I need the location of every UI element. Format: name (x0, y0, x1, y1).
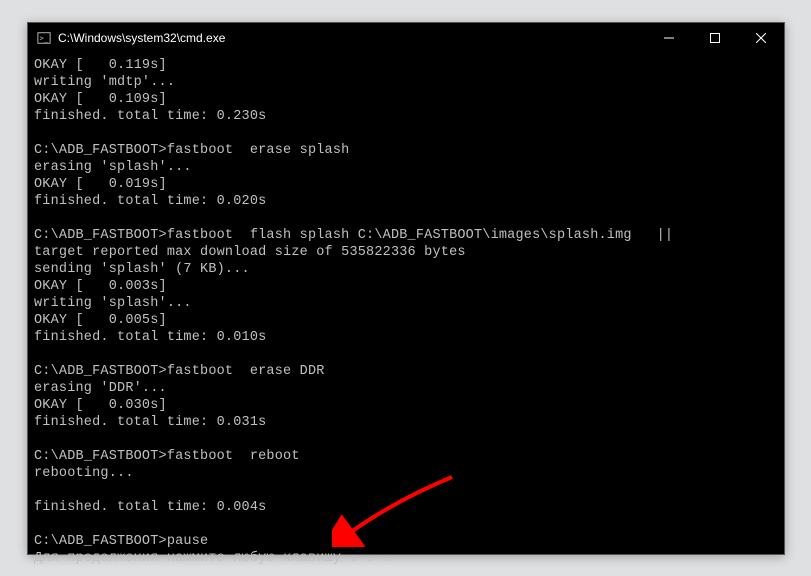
svg-text:>_: >_ (40, 35, 49, 43)
terminal-line: OKAY [ 0.003s] (34, 278, 778, 295)
terminal-line: writing 'mdtp'... (34, 74, 778, 91)
cmd-window: >_ C:\Windows\system32\cmd.exe OKAY [ 0.… (27, 22, 785, 555)
titlebar[interactable]: >_ C:\Windows\system32\cmd.exe (28, 23, 784, 53)
terminal-line: writing 'splash'... (34, 295, 778, 312)
terminal-line: C:\ADB_FASTBOOT>pause (34, 533, 778, 550)
terminal-line (34, 431, 778, 448)
terminal-line: OKAY [ 0.005s] (34, 312, 778, 329)
terminal-line: erasing 'splash'... (34, 159, 778, 176)
terminal-line: OKAY [ 0.030s] (34, 397, 778, 414)
terminal-line: finished. total time: 0.010s (34, 329, 778, 346)
terminal-line: finished. total time: 0.020s (34, 193, 778, 210)
terminal-line: C:\ADB_FASTBOOT>fastboot flash splash C:… (34, 227, 778, 244)
terminal-line: finished. total time: 0.230s (34, 108, 778, 125)
terminal-line: target reported max download size of 535… (34, 244, 778, 261)
terminal-line: finished. total time: 0.004s (34, 499, 778, 516)
terminal-line (34, 125, 778, 142)
terminal-line: C:\ADB_FASTBOOT>fastboot erase DDR (34, 363, 778, 380)
terminal-line: sending 'splash' (7 KB)... (34, 261, 778, 278)
terminal-line (34, 346, 778, 363)
maximize-button[interactable] (692, 23, 738, 53)
cmd-icon: >_ (36, 30, 52, 46)
terminal-line: OKAY [ 0.119s] (34, 57, 778, 74)
window-controls (646, 23, 784, 53)
minimize-button[interactable] (646, 23, 692, 53)
terminal-line (34, 482, 778, 499)
terminal-line: OKAY [ 0.109s] (34, 91, 778, 108)
terminal-line: OKAY [ 0.019s] (34, 176, 778, 193)
terminal-line: finished. total time: 0.031s (34, 414, 778, 431)
window-title: C:\Windows\system32\cmd.exe (58, 31, 646, 45)
terminal-line (34, 516, 778, 533)
terminal-line: erasing 'DDR'... (34, 380, 778, 397)
terminal-output[interactable]: OKAY [ 0.119s]writing 'mdtp'...OKAY [ 0.… (28, 53, 784, 571)
terminal-line (34, 210, 778, 227)
terminal-line: C:\ADB_FASTBOOT>fastboot erase splash (34, 142, 778, 159)
terminal-line: rebooting... (34, 465, 778, 482)
close-button[interactable] (738, 23, 784, 53)
terminal-line: Для продолжения нажмите любую клавишу . … (34, 550, 778, 567)
terminal-line: C:\ADB_FASTBOOT>fastboot reboot (34, 448, 778, 465)
